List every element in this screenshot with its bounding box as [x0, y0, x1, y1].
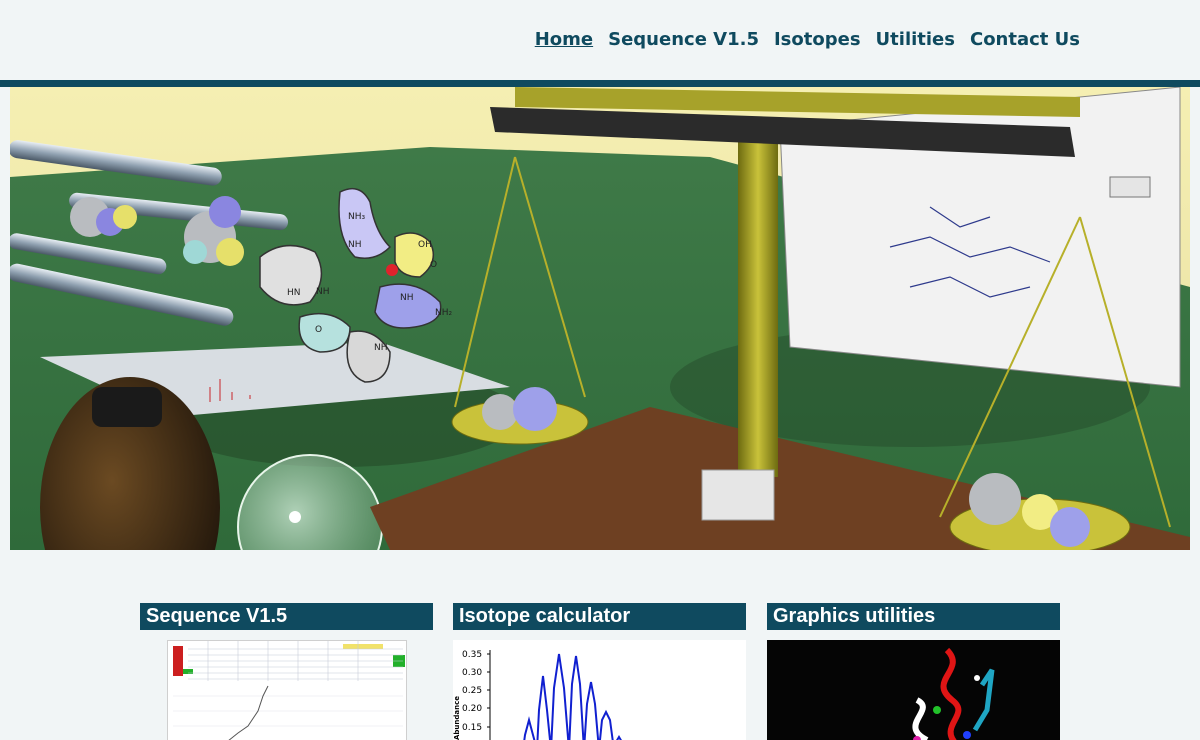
label-nh4: NH — [374, 343, 388, 353]
graphics-thumbnail[interactable] — [767, 640, 1060, 740]
ytick-1: 0.35 — [462, 650, 482, 660]
card-isotopes[interactable]: Isotope calculator 0.35 0.30 0.25 0.20 0… — [453, 603, 746, 740]
label-nh1: NH — [348, 240, 362, 250]
card-sequence[interactable]: Sequence V1.5 — [140, 603, 433, 740]
hero-illustration: NH₃ OH O NH HN NH NH NH₂ O NH — [10, 87, 1190, 550]
label-nh3b: NH — [400, 293, 414, 303]
label-o1: O — [430, 260, 437, 270]
card-title[interactable]: Sequence V1.5 — [140, 603, 433, 630]
label-nh2b: NH₂ — [435, 308, 453, 318]
card-title[interactable]: Graphics utilities — [767, 603, 1060, 630]
isotope-thumbnail[interactable]: 0.35 0.30 0.25 0.20 0.15 Abundance — [453, 640, 746, 740]
main-nav: Home Sequence V1.5 Isotopes Utilities Co… — [535, 29, 1080, 50]
nav-contact[interactable]: Contact Us — [970, 29, 1080, 50]
site-header: Home Sequence V1.5 Isotopes Utilities Co… — [0, 0, 1200, 80]
y-axis-label: Abundance — [453, 696, 461, 740]
ytick-5: 0.15 — [462, 723, 482, 733]
label-hn: HN — [287, 288, 301, 298]
sequence-thumbnail[interactable] — [167, 640, 407, 740]
ytick-2: 0.30 — [462, 668, 482, 678]
label-nh3: NH₃ — [348, 212, 366, 222]
label-oh: OH — [418, 240, 432, 250]
nav-utilities[interactable]: Utilities — [876, 29, 955, 50]
label-nh2: NH — [316, 287, 330, 297]
nav-sequence[interactable]: Sequence V1.5 — [608, 29, 759, 50]
nav-isotopes[interactable]: Isotopes — [774, 29, 861, 50]
card-graphics[interactable]: Graphics utilities — [767, 603, 1060, 740]
nav-home[interactable]: Home — [535, 29, 593, 50]
header-divider — [0, 80, 1200, 87]
ytick-4: 0.20 — [462, 704, 482, 714]
card-title[interactable]: Isotope calculator — [453, 603, 746, 630]
label-o2: O — [315, 325, 322, 335]
ytick-3: 0.25 — [462, 686, 482, 696]
